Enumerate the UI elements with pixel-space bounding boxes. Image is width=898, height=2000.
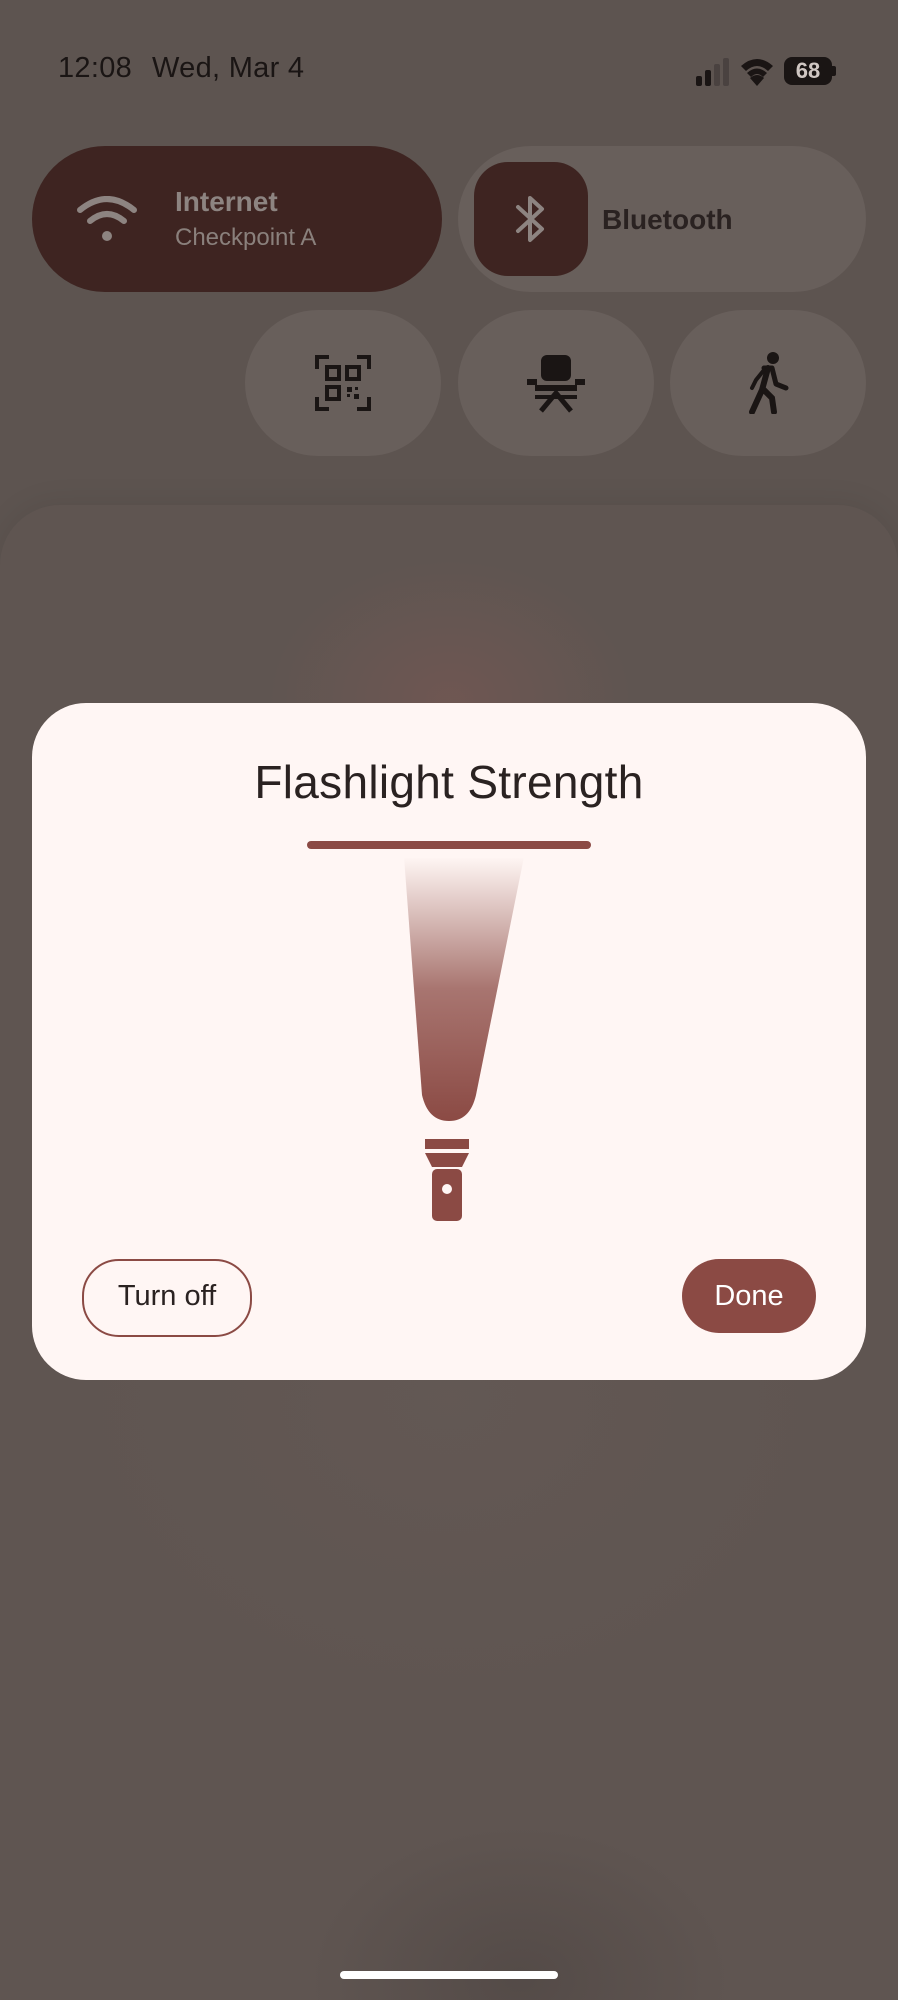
qr-code-scanner-icon	[315, 355, 371, 411]
wifi-icon	[77, 196, 137, 241]
internet-title: Internet	[175, 186, 278, 217]
home-indicator[interactable]	[340, 1971, 558, 1979]
status-date: Wed, Mar 4	[152, 52, 305, 84]
light-beam-icon	[404, 857, 524, 1121]
done-button[interactable]: Done	[682, 1259, 816, 1333]
signal-icon	[696, 58, 729, 86]
desk-mode-tile[interactable]	[458, 310, 654, 456]
internet-tile[interactable]: Internet Checkpoint A	[32, 146, 442, 292]
walking-person-icon	[749, 352, 789, 414]
turn-off-button[interactable]: Turn off	[82, 1259, 252, 1337]
flashlight-icon	[425, 1139, 469, 1221]
internet-network-name: Checkpoint A	[175, 224, 317, 251]
dialog-title: Flashlight Strength	[254, 756, 644, 808]
battery-icon: 68	[784, 57, 836, 85]
flashlight-strength-dialog: Flashlight Strength Turn off Done	[32, 703, 866, 1380]
qr-scanner-tile[interactable]	[245, 310, 441, 456]
walking-tile[interactable]	[670, 310, 866, 456]
wifi-icon	[741, 59, 773, 86]
desk-chair-icon	[527, 355, 585, 413]
status-bar: 12:08 Wed, Mar 4 68	[0, 0, 898, 140]
status-time: 12:08	[58, 52, 133, 84]
bluetooth-icon-container[interactable]	[474, 162, 588, 276]
battery-level: 68	[784, 57, 832, 85]
bluetooth-title: Bluetooth	[602, 204, 733, 235]
strength-slider[interactable]	[307, 841, 591, 849]
bluetooth-icon	[516, 196, 544, 242]
bluetooth-tile[interactable]: Bluetooth	[458, 146, 866, 292]
